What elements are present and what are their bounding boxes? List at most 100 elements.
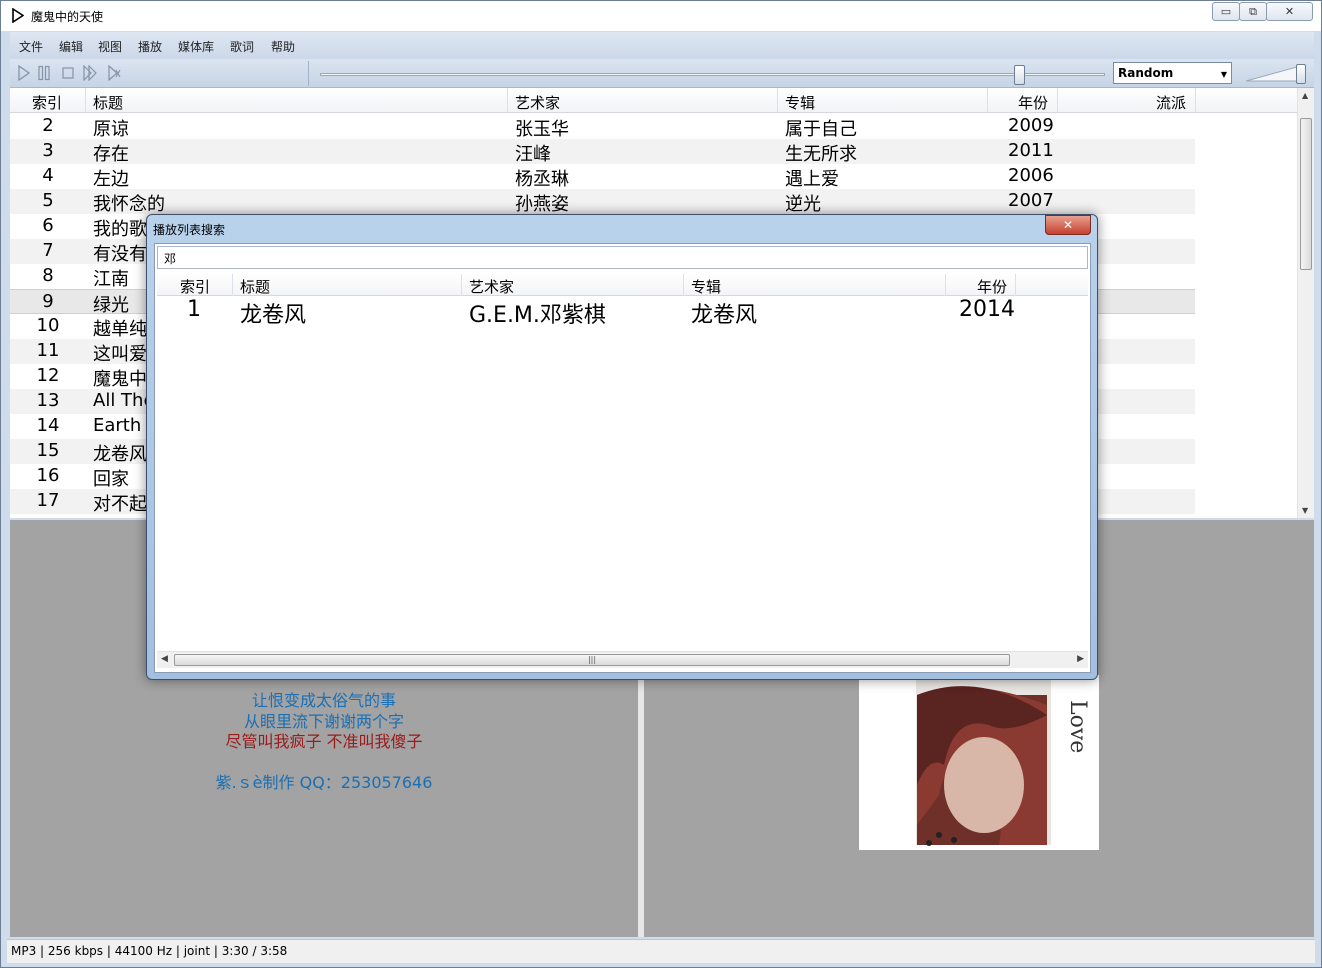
result-column-title[interactable]: 标题 bbox=[240, 276, 270, 297]
scroll-up-icon[interactable]: ▲ bbox=[1302, 91, 1308, 100]
column-genre[interactable]: 流派 bbox=[1156, 92, 1186, 113]
result-column-year[interactable]: 年份 bbox=[977, 276, 1007, 297]
menu-playback[interactable]: 播放 bbox=[138, 38, 162, 55]
seek-bar[interactable] bbox=[320, 73, 1105, 76]
close-button[interactable]: ✕ bbox=[1266, 2, 1313, 21]
track-index: 7 bbox=[42, 240, 54, 261]
track-title: 越单纯 bbox=[93, 319, 147, 340]
track-year: 2011 bbox=[1008, 140, 1054, 161]
table-row[interactable]: 5 我怀念的 孙燕姿 逆光 2007 bbox=[10, 189, 1195, 215]
lyric-credit: 紫.ｓè制作 QQ：253057646 bbox=[215, 773, 433, 792]
toolbar-separator bbox=[308, 61, 309, 86]
minimize-button[interactable]: ▭ bbox=[1212, 2, 1240, 21]
menu-view[interactable]: 视图 bbox=[98, 38, 122, 55]
track-artist: 孙燕姿 bbox=[515, 194, 569, 215]
window-title: 魔鬼中的天使 bbox=[31, 10, 104, 24]
table-row[interactable]: 4 左边 杨丞琳 遇上爱 2006 bbox=[10, 164, 1195, 190]
result-column-album[interactable]: 专辑 bbox=[691, 276, 721, 297]
track-album: 逆光 bbox=[785, 194, 821, 215]
track-album: 属于自己 bbox=[785, 119, 857, 140]
result-column-index[interactable]: 索引 bbox=[180, 276, 210, 297]
seek-thumb[interactable] bbox=[1013, 65, 1025, 85]
lyric-line-current: 尽管叫我疯子 不准叫我傻子 bbox=[225, 732, 423, 751]
track-index: 3 bbox=[42, 140, 54, 161]
random-next-icon[interactable] bbox=[107, 65, 121, 81]
track-title: 原谅 bbox=[93, 119, 129, 140]
menu-file[interactable]: 文件 bbox=[19, 38, 43, 55]
results-header: 索引 标题 艺术家 专辑 年份 bbox=[157, 274, 1088, 296]
track-title: 对不起 bbox=[93, 494, 147, 515]
dialog-title: 播放列表搜索 bbox=[153, 223, 226, 237]
dialog-body: 邓 索引 标题 艺术家 专辑 年份 1 龙卷风 G.E.M.邓紫棋 龙卷风 20… bbox=[154, 243, 1091, 673]
column-index[interactable]: 索引 bbox=[32, 92, 62, 113]
playlist-scrollbar[interactable]: ▲ ▼ bbox=[1297, 88, 1314, 518]
results-hscroll-thumb[interactable]: ||| bbox=[174, 654, 1010, 666]
next-icon[interactable] bbox=[83, 65, 97, 81]
track-index: 14 bbox=[36, 415, 60, 436]
pause-icon[interactable] bbox=[37, 65, 51, 81]
maximize-button[interactable]: ⧉ bbox=[1239, 2, 1267, 21]
track-index: 6 bbox=[42, 215, 54, 236]
chevron-down-icon: ▼ bbox=[1220, 70, 1227, 79]
track-index: 17 bbox=[36, 490, 60, 511]
result-album: 龙卷风 bbox=[691, 303, 758, 328]
track-title: 存在 bbox=[93, 144, 129, 165]
close-icon: ✕ bbox=[1062, 218, 1074, 232]
track-year: 2006 bbox=[1008, 165, 1054, 186]
search-result-row[interactable]: 1 龙卷风 G.E.M.邓紫棋 龙卷风 2014 bbox=[157, 296, 1088, 328]
column-artist[interactable]: 艺术家 bbox=[515, 92, 560, 113]
album-cover-text: Love bbox=[1065, 700, 1090, 753]
main-window: 魔鬼中的天使 ▭ ⧉ ✕ 文件 编辑 视图 播放 媒体库 歌词 帮助 Rando… bbox=[0, 0, 1322, 968]
minimize-icon: ▭ bbox=[1220, 5, 1232, 18]
playlist-scroll-thumb[interactable] bbox=[1300, 118, 1312, 270]
column-album[interactable]: 专辑 bbox=[785, 92, 815, 113]
result-title: 龙卷风 bbox=[240, 303, 307, 328]
table-row[interactable]: 2 原谅 张玉华 属于自己 2009 bbox=[10, 114, 1195, 140]
track-year: 2009 bbox=[1008, 115, 1054, 136]
scroll-grip: ||| bbox=[587, 655, 597, 664]
column-year[interactable]: 年份 bbox=[1018, 92, 1048, 113]
toolbar: Random ▼ bbox=[10, 59, 1314, 88]
track-title: 魔鬼中 bbox=[93, 369, 147, 390]
track-index: 15 bbox=[36, 440, 60, 461]
menu-library[interactable]: 媒体库 bbox=[178, 38, 214, 55]
maximize-icon: ⧉ bbox=[1249, 4, 1257, 18]
track-index: 2 bbox=[42, 115, 54, 136]
app-play-icon bbox=[12, 8, 24, 23]
result-index: 1 bbox=[187, 297, 201, 322]
track-index: 5 bbox=[42, 190, 54, 211]
scroll-right-icon[interactable]: ▶ bbox=[1077, 654, 1084, 664]
search-input[interactable]: 邓 bbox=[157, 246, 1088, 269]
track-index: 12 bbox=[36, 365, 60, 386]
track-index: 8 bbox=[42, 265, 54, 286]
track-title: 有没有 bbox=[93, 244, 147, 265]
track-album: 遇上爱 bbox=[785, 169, 839, 190]
track-title: 我怀念的 bbox=[93, 194, 165, 215]
column-title[interactable]: 标题 bbox=[93, 92, 123, 113]
menu-help[interactable]: 帮助 bbox=[271, 38, 295, 55]
track-artist: 杨丞琳 bbox=[515, 169, 569, 190]
results-hscrollbar[interactable]: ◀ ||| ▶ bbox=[157, 651, 1088, 668]
track-title: 回家 bbox=[93, 469, 129, 490]
table-row[interactable]: 3 存在 汪峰 生无所求 2011 bbox=[10, 139, 1195, 165]
scroll-down-icon[interactable]: ▼ bbox=[1302, 506, 1308, 515]
track-index: 10 bbox=[36, 315, 60, 336]
stop-icon[interactable] bbox=[61, 65, 75, 81]
menu-edit[interactable]: 编辑 bbox=[59, 38, 83, 55]
status-bar: MP3 | 256 kbps | 44100 Hz | joint | 3:30… bbox=[7, 939, 1315, 963]
track-index: 11 bbox=[36, 340, 60, 361]
track-index: 4 bbox=[42, 165, 54, 186]
track-title: 龙卷风 bbox=[93, 444, 147, 465]
play-icon[interactable] bbox=[17, 65, 31, 81]
dialog-close-button[interactable]: ✕ bbox=[1045, 215, 1091, 235]
scroll-left-icon[interactable]: ◀ bbox=[161, 654, 168, 664]
album-cover: Love bbox=[859, 675, 1099, 850]
track-index: 9 bbox=[42, 291, 54, 312]
title-bar: 魔鬼中的天使 ▭ ⧉ ✕ bbox=[1, 1, 1321, 31]
play-mode-select[interactable]: Random ▼ bbox=[1113, 62, 1232, 84]
menu-lyrics[interactable]: 歌词 bbox=[230, 38, 254, 55]
menu-bar: 文件 编辑 视图 播放 媒体库 歌词 帮助 bbox=[10, 32, 1314, 59]
track-title: 我的歌 bbox=[93, 219, 147, 240]
result-column-artist[interactable]: 艺术家 bbox=[469, 276, 514, 297]
volume-thumb[interactable] bbox=[1296, 64, 1306, 84]
